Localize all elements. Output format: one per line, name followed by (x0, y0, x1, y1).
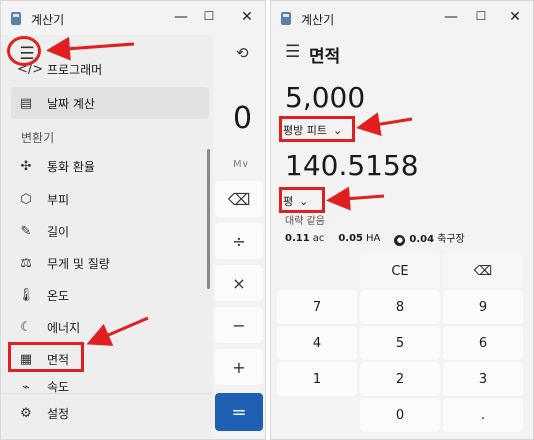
key-4[interactable]: 4 (277, 326, 357, 360)
key-5[interactable]: 5 (360, 326, 440, 360)
highlight-from-unit (279, 116, 355, 142)
key-9[interactable]: 9 (443, 290, 523, 324)
divide-button[interactable]: ÷ (215, 223, 263, 259)
output-value: 140.5158 (285, 149, 419, 182)
soccer-ball-icon: ● (394, 235, 406, 246)
nav-item-energy[interactable]: ☾ 에너지 (11, 311, 209, 343)
divider (1, 393, 213, 394)
energy-icon: ☾ (20, 319, 32, 335)
nav-item-label: 부피 (47, 192, 70, 207)
key-3[interactable]: 3 (443, 362, 523, 396)
input-value[interactable]: 5,000 (285, 81, 365, 114)
minimize-button[interactable]: — (441, 9, 461, 25)
highlight-menu-button (7, 36, 41, 66)
nav-item-date-calculation[interactable]: ▤ 날짜 계산 (11, 87, 209, 119)
maximize-button[interactable]: ☐ (471, 9, 491, 23)
nav-item-settings[interactable]: ⚙ 설정 (11, 397, 209, 429)
decimal-button[interactable]: . (443, 398, 523, 432)
minimize-button[interactable]: — (171, 9, 191, 25)
clear-entry-button[interactable]: CE (360, 254, 440, 288)
window-title: 계산기 (31, 13, 65, 27)
key-8[interactable]: 8 (360, 290, 440, 324)
calculator-app-icon (11, 12, 21, 25)
backspace-button[interactable]: ⌫ (215, 181, 263, 217)
calculator-app-icon (281, 12, 291, 25)
nav-item-label: 설정 (47, 406, 70, 421)
multiply-button[interactable]: × (215, 265, 263, 301)
minus-button[interactable]: − (215, 307, 263, 343)
weight-icon: ⚖ (20, 255, 32, 271)
key-2[interactable]: 2 (360, 362, 440, 396)
key-0[interactable]: 0 (360, 398, 440, 432)
scrollbar[interactable] (207, 149, 210, 289)
menu-button[interactable]: ☰ (285, 42, 300, 62)
memory-label: M∨ (233, 159, 249, 170)
close-button[interactable]: ✕ (505, 9, 525, 25)
section-converter: 변환기 (21, 131, 55, 145)
nav-item-label: 날짜 계산 (47, 96, 95, 111)
key-7[interactable]: 7 (277, 290, 357, 324)
nav-item-volume[interactable]: ⬡ 부피 (11, 183, 209, 215)
approx-label: 대략 같음 (285, 216, 325, 227)
nav-item-currency[interactable]: ✣ 통화 환율 (11, 150, 209, 182)
equivalents-row: 0.11 ac 0.05 HA ● 0.04 축구장 (285, 230, 465, 246)
nav-item-label: 에너지 (47, 320, 81, 335)
nav-item-label: 통화 환율 (47, 159, 95, 174)
maximize-button[interactable]: ☐ (199, 9, 219, 23)
cube-icon: ⬡ (20, 191, 32, 207)
history-icon[interactable]: ⟲ (236, 44, 249, 62)
ruler-icon: ✎ (20, 223, 32, 239)
equivalent-acre: 0.11 ac (285, 232, 325, 244)
close-button[interactable]: ✕ (237, 9, 257, 25)
mode-title: 면적 (309, 47, 341, 67)
window-title: 계산기 (301, 13, 335, 27)
nav-item-weight[interactable]: ⚖ 무게 및 질량 (11, 247, 209, 279)
currency-icon: ✣ (20, 158, 32, 174)
plus-button[interactable]: + (215, 349, 263, 385)
nav-item-length[interactable]: ✎ 길이 (11, 215, 209, 247)
highlight-area-item (8, 342, 84, 372)
display-value: 0 (233, 101, 253, 136)
calendar-icon: ▤ (19, 95, 33, 111)
calculator-window-left: 계산기 — ☐ ✕ ⟲ 0 M∨ ⌫ ÷ × − + = </> 프로그래머 ▤… (0, 0, 266, 440)
nav-item-label: 온도 (47, 288, 70, 303)
highlight-to-unit (279, 187, 325, 213)
equals-button[interactable]: = (215, 393, 263, 431)
title-bar: 계산기 — ☐ ✕ (271, 1, 533, 35)
nav-item-label: 길이 (47, 224, 70, 239)
calculator-window-right: 계산기 — ☐ ✕ ☰ 면적 5,000 평방 피트 ⌄ 140.5158 평 … (270, 0, 534, 440)
thermometer-icon: 🌡 (17, 287, 35, 303)
title-bar: 계산기 — ☐ ✕ (1, 1, 265, 35)
nav-item-temperature[interactable]: 🌡 온도 (11, 279, 209, 311)
key-1[interactable]: 1 (277, 362, 357, 396)
equivalent-hectare: 0.05 HA (338, 232, 381, 244)
equivalent-soccer-field: ● 0.04 축구장 (394, 230, 465, 246)
key-6[interactable]: 6 (443, 326, 523, 360)
nav-item-label: 프로그래머 (47, 62, 103, 77)
nav-item-label: 무게 및 질량 (47, 256, 110, 271)
gear-icon: ⚙ (20, 405, 32, 421)
navigation-pane: </> 프로그래머 ▤ 날짜 계산 변환기 ✣ 통화 환율 ⬡ 부피 ✎ 길이 … (1, 35, 213, 439)
nav-item-programmer[interactable]: </> 프로그래머 (11, 57, 209, 81)
backspace-button[interactable]: ⌫ (443, 254, 523, 288)
